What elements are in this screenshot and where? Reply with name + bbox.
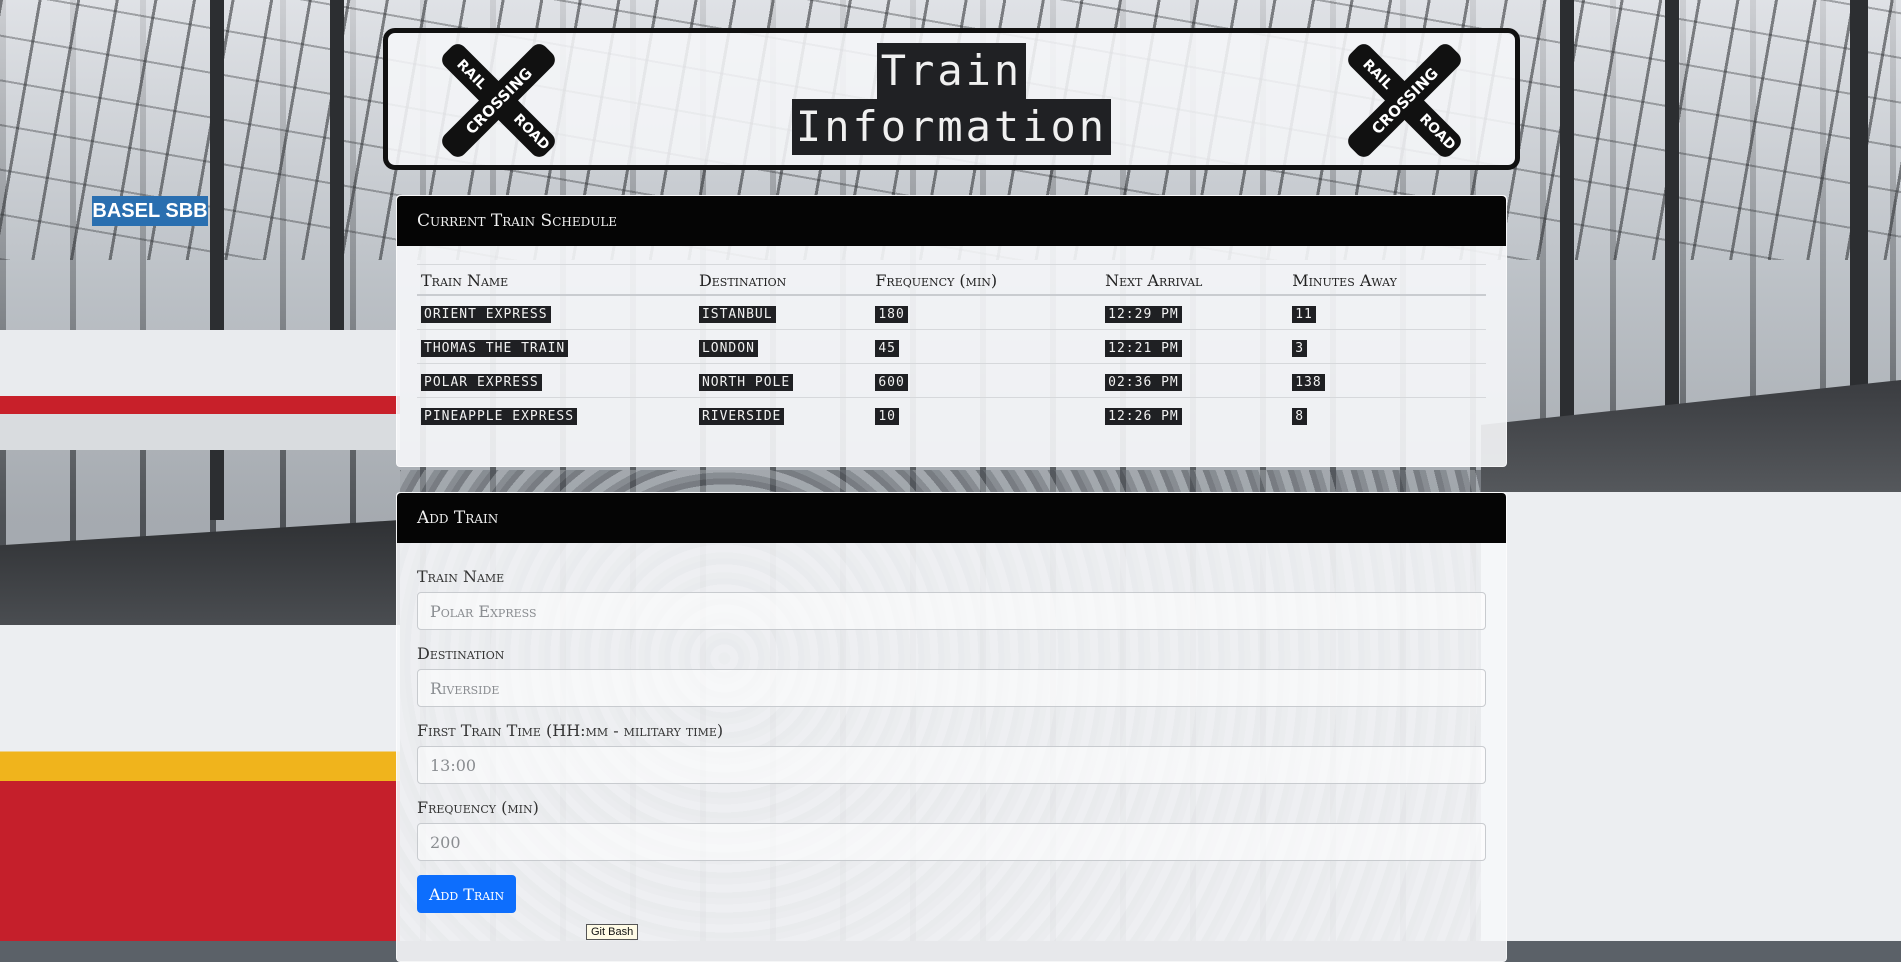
table-row: PINEAPPLE EXPRESS RIVERSIDE 10 12:26 PM … [417,397,1486,431]
cell-destination: ISTANBUL [698,305,776,323]
column-header-minutes-away: Minutes Away [1288,264,1486,296]
train-name-label: Train Name [417,567,505,586]
column-header-frequency: Frequency (min) [871,264,1102,296]
cell-minutes-away: 3 [1292,339,1308,357]
cell-frequency: 10 [875,407,899,425]
first-train-time-input[interactable] [417,746,1486,784]
cell-frequency: 180 [875,305,908,323]
table-header-row: Train Name Destination Frequency (min) N… [417,264,1486,296]
add-train-panel: Add Train Train Name Destination First T… [396,492,1507,962]
cell-train-name: PINEAPPLE EXPRESS [421,407,578,425]
taskbar-tooltip: Git Bash [586,924,639,940]
cell-train-name: ORIENT EXPRESS [421,305,551,323]
title-line-2: Information [791,99,1112,155]
destination-input[interactable] [417,669,1486,707]
add-train-form: Train Name Destination First Train Time … [397,543,1506,931]
schedule-body: Train Name Destination Frequency (min) N… [397,246,1506,449]
cell-minutes-away: 138 [1292,373,1325,391]
first-train-time-label: First Train Time (HH:mm - military time) [417,721,724,740]
page-container: CROSSING RAIL ROAD Train Information CRO… [0,0,1901,962]
page-title: Train Information [388,43,1515,155]
table-row: THOMAS THE TRAIN LONDON 45 12:21 PM 3 [417,329,1486,364]
schedule-panel: Current Train Schedule Train Name Destin… [396,195,1507,467]
frequency-label: Frequency (min) [417,798,539,817]
cell-next-arrival: 12:26 PM [1105,407,1182,425]
cell-frequency: 45 [875,339,899,357]
add-train-heading: Add Train [397,493,1506,543]
column-header-destination: Destination [694,264,872,296]
table-row: ORIENT EXPRESS ISTANBUL 180 12:29 PM 11 [417,294,1486,330]
cell-train-name: POLAR EXPRESS [421,373,542,391]
column-header-train-name: Train Name [417,264,695,296]
train-name-input[interactable] [417,592,1486,630]
railroad-crossing-icon: CROSSING RAIL ROAD [1348,44,1461,157]
header-jumbotron: CROSSING RAIL ROAD Train Information CRO… [383,28,1520,170]
cell-frequency: 600 [875,373,908,391]
table-row: POLAR EXPRESS NORTH POLE 600 02:36 PM 13… [417,363,1486,398]
cell-destination: NORTH POLE [698,373,794,391]
cell-minutes-away: 11 [1292,305,1316,323]
cell-destination: LONDON [698,339,758,357]
destination-label: Destination [417,644,505,663]
schedule-table: Train Name Destination Frequency (min) N… [417,264,1486,431]
column-header-next-arrival: Next Arrival [1101,264,1289,296]
cell-next-arrival: 12:21 PM [1105,339,1182,357]
cell-minutes-away: 8 [1292,407,1308,425]
frequency-input[interactable] [417,823,1486,861]
title-line-1: Train [876,43,1027,99]
add-train-button[interactable]: Add Train [417,875,517,913]
cell-train-name: THOMAS THE TRAIN [421,339,569,357]
schedule-heading: Current Train Schedule [397,196,1506,246]
cell-next-arrival: 12:29 PM [1105,305,1182,323]
cell-next-arrival: 02:36 PM [1105,373,1182,391]
cell-destination: RIVERSIDE [698,407,785,425]
